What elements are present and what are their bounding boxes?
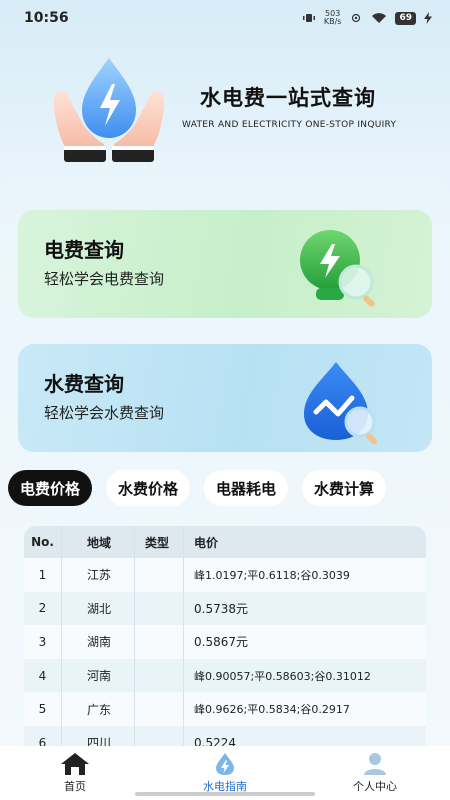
row-type [135,692,184,726]
tab-water-calculation[interactable]: 水费计算 [302,470,387,506]
row-price: 峰1.0197;平0.6118;谷0.3039 [194,568,350,582]
tab-appliance-consumption[interactable]: 电器耗电 [204,470,289,506]
vibrate-icon [302,14,315,22]
nav-guide[interactable]: 水电指南 [150,752,300,794]
nav-profile-label: 个人中心 [353,780,397,793]
row-no: 1 [24,558,62,592]
header-price: 电价 [194,535,219,550]
row-type [135,625,184,659]
bottom-navigation: 首页 水电指南 个人中心 [0,746,450,800]
nav-home[interactable]: 首页 [0,752,150,794]
lightning-bulb-icon [300,230,375,307]
home-icon [61,753,89,775]
charging-icon [424,12,432,24]
user-icon [364,753,386,775]
header-type: 类型 [135,526,184,558]
row-region: 广东 [62,692,135,726]
electricity-price-table: No. 地域 类型 电价 1 江苏 峰1.0197;平0.6118;谷0.303… [24,526,426,746]
hands-water-drop-icon [53,58,165,162]
row-price: 0.5224 [194,735,236,746]
water-drop-chart-icon [304,362,377,444]
row-no: 6 [24,725,62,746]
row-region: 江苏 [62,558,135,592]
water-electric-guide-icon [216,753,234,775]
electricity-card-subtitle: 轻松学会电费查询 [44,270,165,288]
status-time: 10:56 [24,10,69,26]
electricity-query-card[interactable]: 电费查询 轻松学会电费查询 [18,210,432,318]
table-row[interactable]: 5 广东 峰0.9626;平0.5834;谷0.2917 [24,692,426,726]
row-no: 2 [24,591,62,626]
row-type [135,725,184,746]
tab-electricity-price[interactable]: 电费价格 [8,470,93,506]
table-header: No. 地域 类型 电价 [24,526,426,558]
row-type [135,658,184,693]
row-no: 3 [24,625,62,659]
water-query-card[interactable]: 水费查询 轻松学会水费查询 [18,344,432,452]
row-region: 湖南 [62,625,135,659]
table-row[interactable]: 2 湖北 0.5738元 [24,591,426,626]
tab-water-price[interactable]: 水费价格 [106,470,191,506]
price-tabs: 电费价格 水费价格 电器耗电 水费计算 [8,470,442,506]
row-region: 湖北 [62,591,135,626]
header-region: 地域 [62,526,135,558]
wifi-icon [372,13,387,23]
row-region: 四川 [62,725,135,746]
row-type [135,558,184,592]
water-card-title: 水费查询 [44,372,124,396]
row-price: 峰0.90057;平0.58603;谷0.31012 [194,669,371,683]
table-row[interactable]: 6 四川 0.5224 [24,725,426,746]
nav-profile[interactable]: 个人中心 [300,752,450,794]
row-no: 5 [24,692,62,726]
status-bar: 10:56 503 KB/s 69 [0,0,450,36]
main-panel: 电费查询 轻松学会电费查询 水费查询 轻松学会水费查询 电费价格 水费价格 电器… [0,176,450,746]
home-indicator [135,792,315,796]
hero-banner: 水电费一站式查询 WATER AND ELECTRICITY ONE-STOP … [0,36,450,176]
table-row[interactable]: 4 河南 峰0.90057;平0.58603;谷0.31012 [24,658,426,693]
water-card-subtitle: 轻松学会水费查询 [44,404,165,422]
row-no: 4 [24,658,62,693]
row-price: 0.5867元 [194,635,248,650]
row-price: 0.5738元 [194,601,248,616]
header-no: No. [24,526,62,558]
page-subtitle: WATER AND ELECTRICITY ONE-STOP INQUIRY [182,120,397,130]
row-region: 河南 [62,658,135,693]
electricity-card-title: 电费查询 [44,238,124,262]
battery-level: 69 [395,11,416,25]
row-price: 峰0.9626;平0.5834;谷0.2917 [194,703,350,717]
hd-icon [352,13,361,23]
status-icons: 503 KB/s 69 [302,10,432,26]
network-speed: 503 KB/s [323,9,342,26]
row-type [135,591,184,626]
table-row[interactable]: 3 湖南 0.5867元 [24,625,426,659]
nav-home-label: 首页 [64,780,86,793]
table-row[interactable]: 1 江苏 峰1.0197;平0.6118;谷0.3039 [24,558,426,592]
page-title: 水电费一站式查询 [200,86,376,110]
